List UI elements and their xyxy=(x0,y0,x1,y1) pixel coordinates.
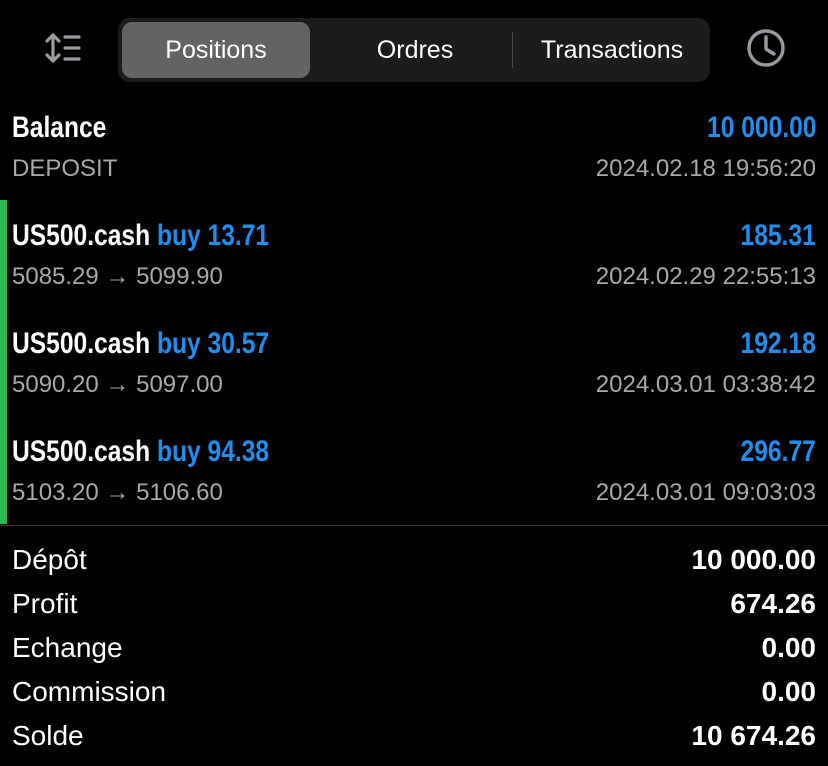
deal-symbol: US500.cash xyxy=(12,327,151,360)
deal-symbol: US500.cash xyxy=(12,435,151,468)
tab-transactions-label: Transactions xyxy=(540,35,684,64)
tab-control: Positions Ordres Transactions xyxy=(118,18,710,82)
deal-datetime: 2024.02.29 22:55:13 xyxy=(595,263,816,290)
summary-label: Profit xyxy=(12,588,78,619)
summary-value: 0.00 xyxy=(761,632,817,663)
summary-row-swap: Echange 0.00 xyxy=(12,628,816,668)
deal-row[interactable]: US500.cash buy 13.71 185.31 5085.29 → 50… xyxy=(0,216,828,306)
summary-value: 674.26 xyxy=(730,588,816,619)
summary-value: 0.00 xyxy=(761,676,817,707)
summary-value: 10 000.00 xyxy=(691,544,816,575)
tab-divider xyxy=(512,32,513,68)
summary-row-balance: Solde 10 674.26 xyxy=(12,716,816,756)
deal-profit: 192.18 xyxy=(740,327,816,360)
tab-ordres-label: Ordres xyxy=(376,35,454,64)
deal-profit: 185.31 xyxy=(740,219,816,252)
deal-row[interactable]: US500.cash buy 94.38 296.77 5103.20 → 51… xyxy=(0,432,828,522)
summary-label: Echange xyxy=(12,632,123,663)
summary-row-profit: Profit 674.26 xyxy=(12,584,816,624)
summary-row-commission: Commission 0.00 xyxy=(12,672,816,712)
sort-button[interactable] xyxy=(38,28,88,72)
tab-transactions[interactable]: Transactions xyxy=(514,22,710,78)
section-divider xyxy=(0,525,828,526)
summary-label: Dépôt xyxy=(12,544,87,575)
summary-value: 10 674.26 xyxy=(691,720,816,751)
balance-row[interactable]: Balance 10 000.00 DEPOSIT 2024.02.18 19:… xyxy=(0,108,828,198)
sort-icon xyxy=(43,31,83,70)
clock-icon xyxy=(745,27,787,74)
deal-symbol: US500.cash xyxy=(12,219,151,252)
summary-label: Solde xyxy=(12,720,84,751)
deal-prices: 5103.20 → 5106.60 xyxy=(12,479,223,506)
deal-datetime: 2024.03.01 03:38:42 xyxy=(595,371,816,398)
deal-side-volume: buy 30.57 xyxy=(156,327,270,360)
tab-ordres[interactable]: Ordres xyxy=(318,22,512,78)
toolbar: Positions Ordres Transactions xyxy=(0,0,828,100)
deal-prices: 5085.29 → 5099.90 xyxy=(12,263,223,290)
summary-label: Commission xyxy=(12,676,167,707)
deal-row[interactable]: US500.cash buy 30.57 192.18 5090.20 → 50… xyxy=(0,324,828,414)
balance-label: Balance xyxy=(12,111,107,144)
tab-positions-label: Positions xyxy=(165,35,267,64)
deal-datetime: 2024.03.01 09:03:03 xyxy=(595,479,816,506)
deal-side-volume: buy 94.38 xyxy=(156,435,270,468)
deal-prices: 5090.20 → 5097.00 xyxy=(12,371,223,398)
balance-value: 10 000.00 xyxy=(706,111,816,144)
tab-positions[interactable]: Positions xyxy=(122,22,310,78)
summary-row-deposit: Dépôt 10 000.00 xyxy=(12,540,816,580)
deal-side-volume: buy 13.71 xyxy=(156,219,270,252)
history-button[interactable] xyxy=(740,24,792,76)
deal-profit: 296.77 xyxy=(740,435,816,468)
balance-datetime: 2024.02.18 19:56:20 xyxy=(595,155,816,182)
balance-type: DEPOSIT xyxy=(12,155,118,182)
